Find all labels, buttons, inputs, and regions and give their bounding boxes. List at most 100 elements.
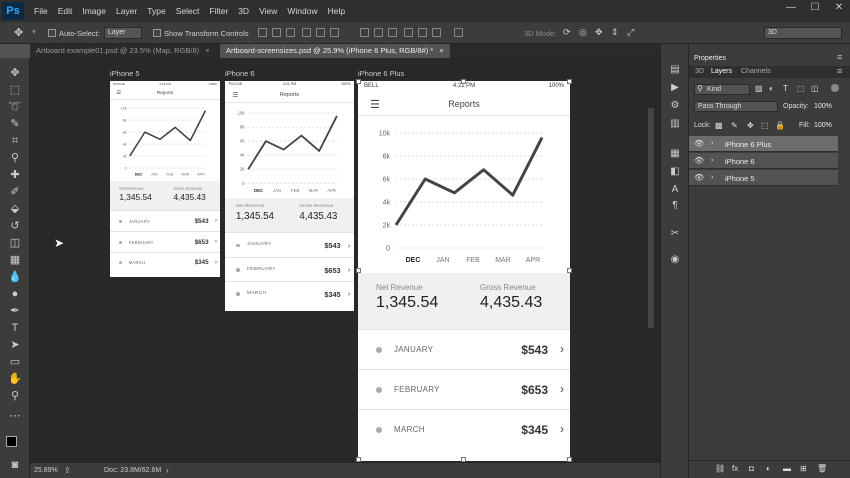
chevron-right-icon[interactable]: › [560,382,564,396]
chevron-right-icon[interactable]: › [215,217,217,224]
brush-tool-icon[interactable]: ✐ [8,185,22,199]
quick-mask-icon[interactable]: ◙ [8,458,22,472]
month-row[interactable]: FEBRUARY $653 › [110,230,220,252]
eraser-tool-icon[interactable]: ◫ [8,236,22,250]
filter-shape-icon[interactable]: ⬚ [797,84,805,93]
tab-channels[interactable]: Channels [741,68,771,75]
opacity-field[interactable]: 100% [814,103,832,110]
zoom-tool-icon[interactable]: ⚲ [8,389,22,403]
menu-image[interactable]: Image [82,6,106,16]
menu-filter[interactable]: Filter [209,6,228,16]
clone-stamp-tool-icon[interactable]: ⬙ [8,202,22,216]
align-right-icon[interactable] [330,28,339,37]
doc-tab-artboard-example[interactable]: Artboard example01.psd @ 23.5% (Map, RGB… [30,44,216,58]
layer-style-icon[interactable]: fx [732,464,738,473]
quick-select-tool-icon[interactable]: ✎ [8,117,22,131]
tab-3d[interactable]: 3D [695,68,704,75]
transform-handle[interactable] [356,268,361,273]
eyedropper-tool-icon[interactable]: ⚲ [8,151,22,165]
tool-presets-icon[interactable]: ✂ [669,228,681,240]
3d-roll-icon[interactable]: ◎ [579,27,587,38]
rectangle-tool-icon[interactable]: ▭ [8,355,22,369]
new-group-icon[interactable]: ▬ [783,464,791,473]
adjustment-layer-icon[interactable]: ◐ [766,464,771,473]
zoom-level[interactable]: 25.89% [34,467,58,474]
transform-handle[interactable] [567,268,572,273]
add-mask-icon[interactable]: ◘ [749,464,754,473]
minimize-button[interactable]: — [784,2,798,13]
month-row[interactable]: FEBRUARY $653 › [225,256,354,281]
share-icon[interactable]: ⇪ [64,466,71,475]
3d-slide-icon[interactable]: ⇕ [611,27,619,38]
new-layer-icon[interactable]: ⊞ [800,464,807,473]
blend-mode-dropdown[interactable]: Pass Through [694,101,778,112]
month-row[interactable]: FEBRUARY $653 › [358,369,570,409]
panel-menu-icon[interactable]: ≡ [837,52,842,62]
chevron-right-icon[interactable]: › [215,238,217,245]
artboard-label-iphone6[interactable]: iPhone 6 [225,69,255,78]
distribute-right-icon[interactable] [432,28,441,37]
distribute-top-icon[interactable] [360,28,369,37]
crop-tool-icon[interactable]: ⌗ [8,134,22,148]
chevron-right-icon[interactable]: › [348,289,350,298]
fill-field[interactable]: 100% [814,122,832,129]
doc-tab-artboard-screensizes[interactable]: Artboard-screensizes.psd @ 25.9% (iPhone… [220,44,450,58]
chevron-right-icon[interactable]: › [215,259,217,266]
layer-row-iphone6[interactable]: 👁 › iPhone 6 [689,153,838,169]
3d-scale-icon[interactable]: ⤢ [627,27,634,38]
type-tool-icon[interactable]: T [8,321,22,335]
align-top-icon[interactable] [258,28,267,37]
menu-layer[interactable]: Layer [116,6,137,16]
swatches-panel-icon[interactable]: ▦ [669,148,681,160]
artboard-label-iphone5[interactable]: iPhone 5 [110,69,140,78]
lock-position-icon[interactable]: ✥ [747,121,754,130]
history-brush-tool-icon[interactable]: ↺ [8,219,22,233]
distribute-hcenter-icon[interactable] [418,28,427,37]
status-menu-icon[interactable]: › [166,466,169,475]
adjust-panel-icon[interactable]: ⚙ [669,100,681,112]
menu-file[interactable]: File [34,6,48,16]
document-canvas[interactable]: iPhone 5 PIXCUE 4:21 PM 100% ☰ Reports 10k… [30,58,660,469]
chevron-right-icon[interactable]: › [560,422,564,436]
visibility-eye-icon[interactable]: 👁 [694,174,704,182]
layer-row-iphone6plus[interactable]: 👁 › iPhone 6 Plus [689,136,838,152]
tool-preset-dropdown-icon[interactable]: ▾ [32,27,36,36]
link-layers-icon[interactable]: ⛓ [715,464,725,473]
chevron-right-icon[interactable]: › [348,265,350,274]
align-hcenter-icon[interactable] [316,28,325,37]
close-button[interactable]: ✕ [832,2,846,13]
chevron-right-icon[interactable]: › [560,342,564,356]
expand-chevron-icon[interactable]: › [711,140,713,147]
doc-tab-close-icon[interactable]: × [439,46,443,55]
maximize-button[interactable]: ☐ [808,2,822,13]
filter-toggle-icon[interactable] [831,84,839,92]
3d-orbit-icon[interactable]: ⟳ [563,27,571,38]
menu-edit[interactable]: Edit [58,6,73,16]
month-row[interactable]: MARCH $345 › [358,409,570,449]
artboard-label-iphone6plus[interactable]: iPhone 6 Plus [358,69,404,78]
3d-pan-icon[interactable]: ✥ [595,27,603,38]
character-panel-icon[interactable]: A [669,184,681,196]
path-selection-tool-icon[interactable]: ➤ [8,338,22,352]
auto-align-layers-icon[interactable] [454,28,463,37]
menu-3d[interactable]: 3D [238,6,249,16]
doc-tab-close-icon[interactable]: × [205,46,209,55]
properties-tab[interactable]: Properties [694,55,726,62]
healing-brush-tool-icon[interactable]: ✚ [8,168,22,182]
transform-handle[interactable] [567,79,572,84]
visibility-eye-icon[interactable]: 👁 [694,157,704,165]
workspace-dropdown[interactable]: 3D [764,27,842,39]
artboard-iphone6[interactable]: PIXCUE 4:21 PM 100% ☰ Reports 10k 8k 6k 4k 2k 0… [225,81,354,311]
visibility-eye-icon[interactable]: 👁 [694,140,704,148]
pen-tool-icon[interactable]: ✒ [8,304,22,318]
paragraph-panel-icon[interactable]: ¶ [669,200,681,212]
transform-handle[interactable] [461,79,466,84]
menu-type[interactable]: Type [147,6,165,16]
delete-layer-icon[interactable]: 🗑 [817,464,827,473]
month-row[interactable]: MARCH $345 › [110,251,220,273]
foreground-color-swatch[interactable] [6,436,17,447]
distribute-vcenter-icon[interactable] [374,28,383,37]
dodge-tool-icon[interactable]: ● [8,287,22,301]
actions-panel-icon[interactable]: ▶ [669,82,681,94]
more-tools-icon[interactable]: ⋯ [8,409,22,423]
